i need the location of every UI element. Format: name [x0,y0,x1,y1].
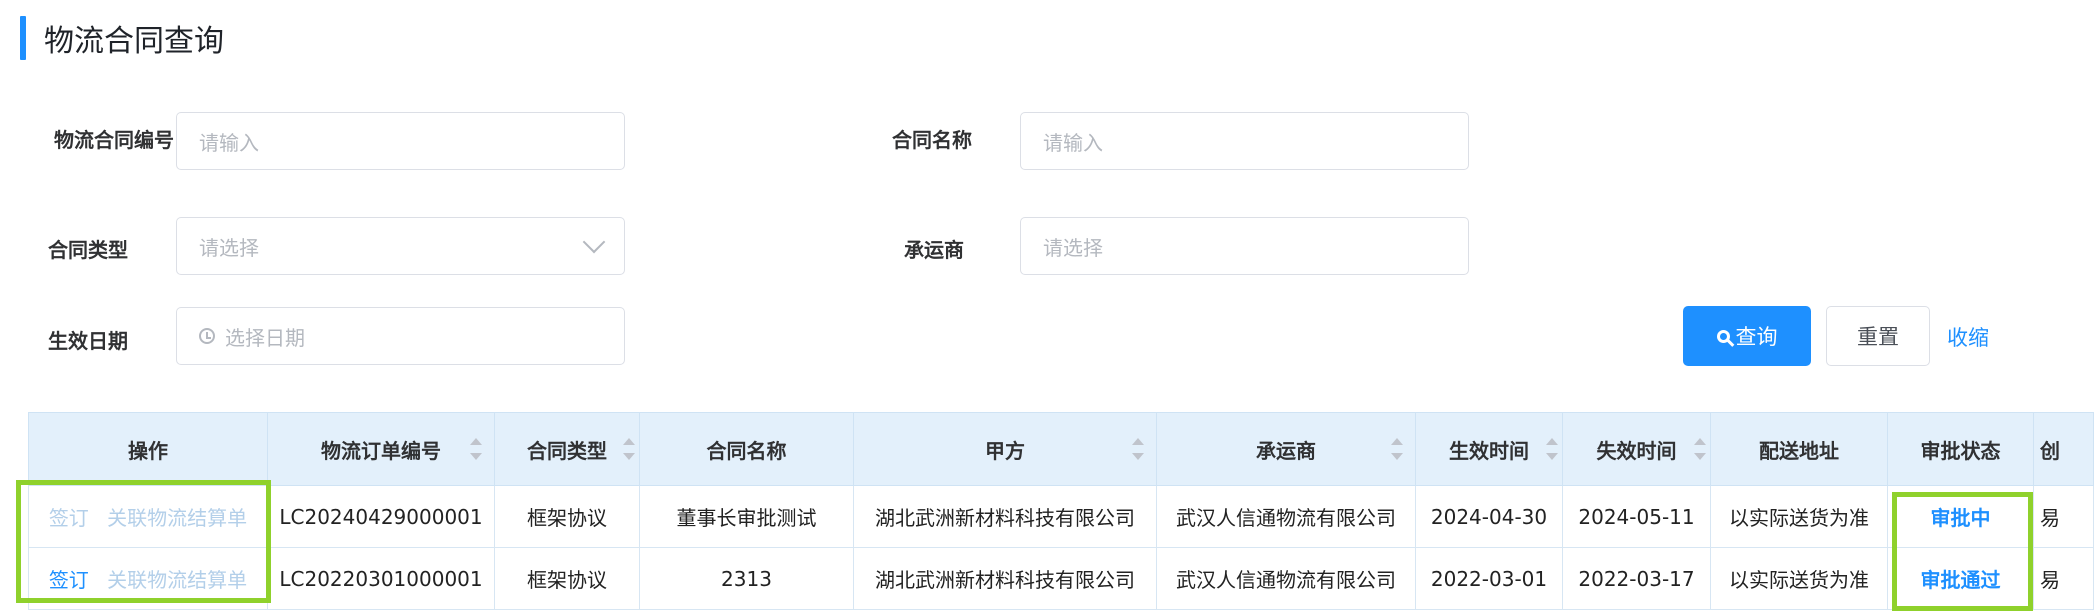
col-header-status: 审批状态 [1887,412,2034,486]
link-settlement-link[interactable]: 关联物流结算单 [107,568,247,592]
end-date-cell: 2024-05-11 [1562,485,1711,548]
contract-type-placeholder: 请选择 [199,235,259,260]
truncated-cell: 易 [2033,485,2094,548]
sort-icon[interactable] [1694,438,1706,460]
order-no-cell: LC20220301000001 [267,547,495,610]
status-cell: 审批通过 [1887,547,2034,610]
col-header-order-no-label: 物流订单编号 [321,438,441,463]
sign-link[interactable]: 签订 [49,506,89,530]
sort-icon[interactable] [1391,438,1403,460]
carrier-cell: 武汉人信通物流有限公司 [1156,547,1416,610]
operation-cell: 签订 关联物流结算单 [28,547,268,610]
carrier-label: 承运商 [904,238,964,262]
carrier-placeholder: 请选择 [1043,235,1103,260]
contract-no-input[interactable]: 请输入 [176,112,625,170]
col-header-end-date[interactable]: 失效时间 [1562,412,1711,486]
contract-name-cell: 董事长审批测试 [639,485,854,548]
reset-button[interactable]: 重置 [1826,306,1930,366]
status-link[interactable]: 审批中 [1931,506,1991,530]
contract-table: 操作 物流订单编号 合同类型 合同名称 甲方 承运商 生效时间 失效时间 配送地… [28,412,2094,610]
party-a-cell: 湖北武洲新材料科技有限公司 [853,485,1157,548]
col-header-contract-type-label: 合同类型 [527,438,607,463]
truncated-cell: 易 [2033,547,2094,610]
clock-icon [199,328,215,344]
contract-name-placeholder: 请输入 [1043,130,1103,155]
col-header-carrier[interactable]: 承运商 [1156,412,1416,486]
sort-icon[interactable] [623,438,635,460]
order-no-cell: LC20240429000001 [267,485,495,548]
col-header-party-a-label: 甲方 [985,438,1025,463]
col-header-truncated: 创 [2033,412,2094,486]
table-row: 签订 关联物流结算单 LC20220301000001 框架协议 2313 湖北… [28,547,2094,610]
contract-type-label: 合同类型 [48,238,128,262]
table-row: 签订 关联物流结算单 LC20240429000001 框架协议 董事长审批测试… [28,485,2094,548]
sort-icon[interactable] [1132,438,1144,460]
operation-cell: 签订 关联物流结算单 [28,485,268,548]
contract-name-input[interactable]: 请输入 [1020,112,1469,170]
col-header-end-date-label: 失效时间 [1596,438,1677,463]
contract-type-cell: 框架协议 [494,547,640,610]
contract-type-select[interactable]: 请选择 [176,217,625,275]
table-header-row: 操作 物流订单编号 合同类型 合同名称 甲方 承运商 生效时间 失效时间 配送地… [28,412,2094,486]
sort-icon[interactable] [470,438,482,460]
contract-name-label: 合同名称 [892,128,972,152]
col-header-party-a[interactable]: 甲方 [853,412,1157,486]
contract-no-label: 物流合同编号 [54,128,174,152]
col-header-start-date[interactable]: 生效时间 [1415,412,1563,486]
effective-date-picker[interactable]: 选择日期 [176,307,625,365]
sort-icon[interactable] [1546,438,1558,460]
link-settlement-link[interactable]: 关联物流结算单 [107,506,247,530]
carrier-cell: 武汉人信通物流有限公司 [1156,485,1416,548]
search-icon [1716,329,1730,343]
contract-no-placeholder: 请输入 [199,130,259,155]
col-header-address: 配送地址 [1710,412,1888,486]
effective-date-placeholder: 选择日期 [225,325,305,350]
col-header-contract-name: 合同名称 [639,412,854,486]
contract-name-cell: 2313 [639,547,854,610]
col-header-carrier-label: 承运商 [1256,438,1316,463]
sign-link[interactable]: 签订 [49,568,89,592]
contract-type-cell: 框架协议 [494,485,640,548]
chevron-down-icon [582,230,606,254]
reset-button-label: 重置 [1857,325,1899,349]
carrier-select[interactable]: 请选择 [1020,217,1469,275]
col-header-contract-type[interactable]: 合同类型 [494,412,640,486]
title-accent-bar [20,16,26,60]
end-date-cell: 2022-03-17 [1562,547,1711,610]
page-header: 物流合同查询 [20,16,224,60]
address-cell: 以实际送货为准 [1710,485,1888,548]
col-header-operation: 操作 [28,412,268,486]
col-header-order-no[interactable]: 物流订单编号 [267,412,495,486]
effective-date-label: 生效日期 [48,329,128,353]
status-cell: 审批中 [1887,485,2034,548]
col-header-start-date-label: 生效时间 [1449,438,1529,463]
status-link[interactable]: 审批通过 [1921,568,2001,592]
page-title: 物流合同查询 [44,24,224,59]
search-button[interactable]: 查询 [1683,306,1811,366]
search-button-label: 查询 [1735,325,1778,349]
collapse-link[interactable]: 收缩 [1947,322,1989,352]
party-a-cell: 湖北武洲新材料科技有限公司 [853,547,1157,610]
start-date-cell: 2022-03-01 [1415,547,1563,610]
address-cell: 以实际送货为准 [1710,547,1888,610]
start-date-cell: 2024-04-30 [1415,485,1563,548]
